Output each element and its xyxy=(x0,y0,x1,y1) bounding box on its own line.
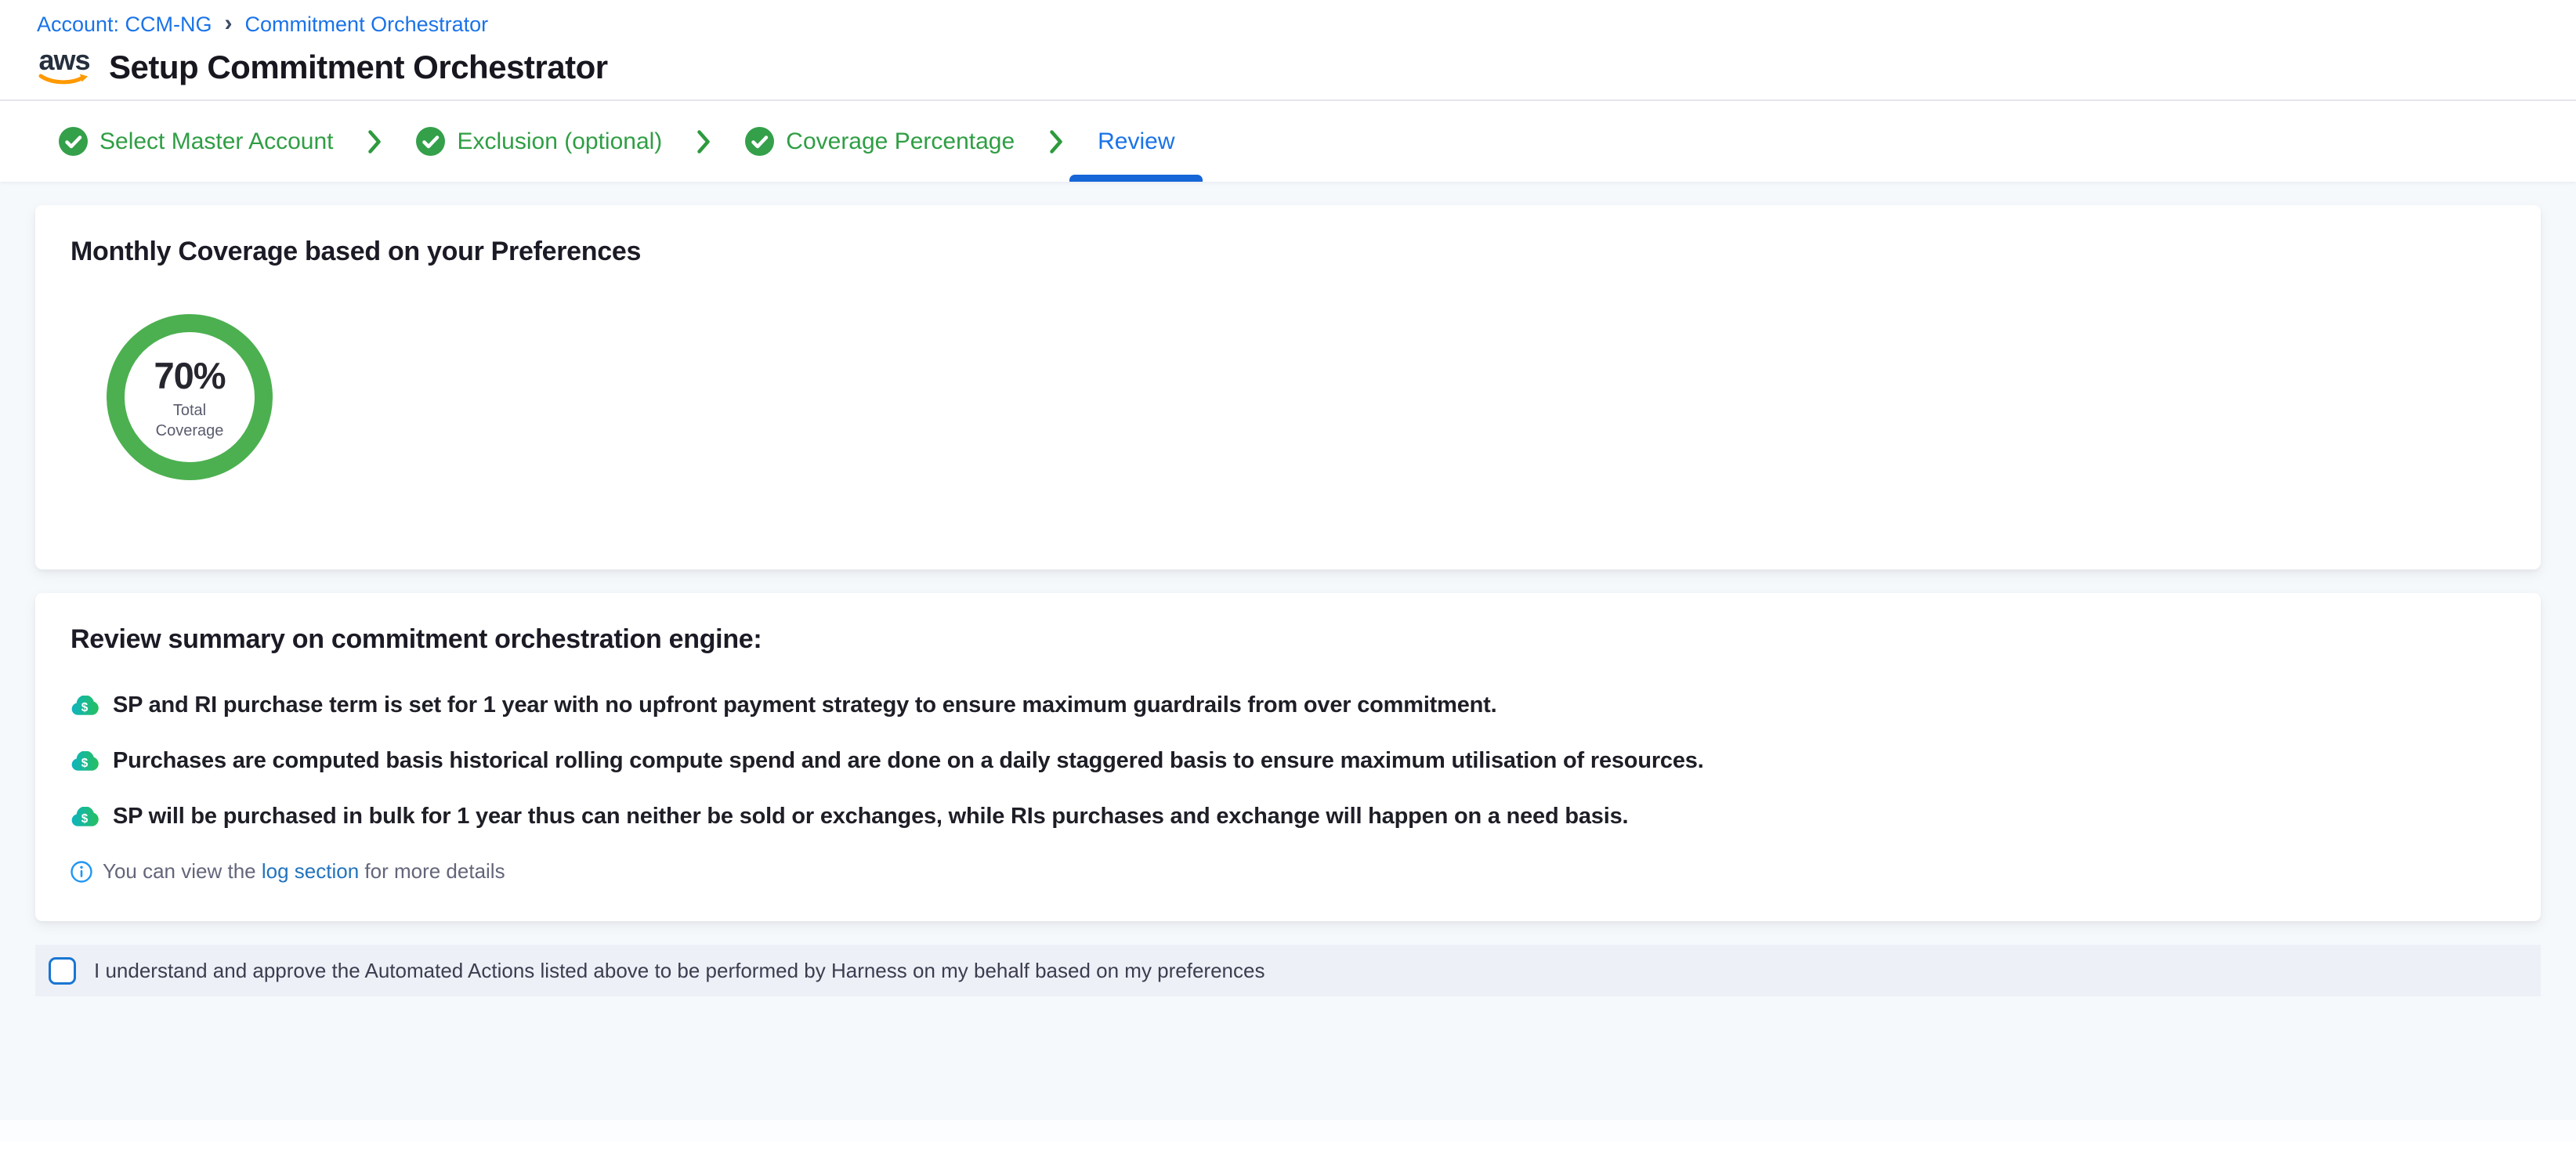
info-circle-icon xyxy=(71,861,92,883)
coverage-card: Monthly Coverage based on your Preferenc… xyxy=(35,205,2541,569)
breadcrumb-separator-icon: › xyxy=(225,12,233,35)
bullet-text: SP will be purchased in bulk for 1 year … xyxy=(113,804,1628,830)
log-info-text: You can view the log section for more de… xyxy=(103,859,505,884)
cloud-dollar-icon: $ xyxy=(71,751,99,772)
summary-bullet-list: $ SP and RI purchase term is set for 1 y… xyxy=(71,692,2505,830)
wizard-stepper: Select Master Account Exclusion (optiona… xyxy=(0,99,2576,182)
chevron-right-icon xyxy=(696,129,711,154)
summary-bullet: $ SP will be purchased in bulk for 1 yea… xyxy=(71,804,2505,830)
chevron-right-icon xyxy=(1049,129,1063,154)
content-area: Monthly Coverage based on your Preferenc… xyxy=(0,182,2576,1142)
chevron-right-icon xyxy=(367,129,382,154)
donut-sub-label: Total Coverage xyxy=(156,400,224,441)
info-prefix: You can view the xyxy=(103,859,262,883)
step-label: Select Master Account xyxy=(99,128,333,155)
bullet-text: SP and RI purchase term is set for 1 yea… xyxy=(113,692,1496,718)
svg-text:$: $ xyxy=(81,812,89,826)
aws-logo-icon: aws xyxy=(37,48,92,87)
check-circle-icon xyxy=(416,127,445,156)
cloud-dollar-icon: $ xyxy=(71,696,99,716)
bullet-text: Purchases are computed basis historical … xyxy=(113,748,1704,774)
review-summary-card: Review summary on commitment orchestrati… xyxy=(35,593,2541,921)
summary-bullet: $ Purchases are computed basis historica… xyxy=(71,748,2505,774)
page-header: Account: CCM-NG › Commitment Orchestrato… xyxy=(0,0,2576,99)
breadcrumb-page-link[interactable]: Commitment Orchestrator xyxy=(245,13,489,37)
step-exclusion-optional[interactable]: Exclusion (optional) xyxy=(416,101,662,182)
info-suffix: for more details xyxy=(359,859,505,883)
check-circle-icon xyxy=(59,127,88,156)
aws-smile-icon xyxy=(38,73,90,87)
coverage-donut-chart: 70% Total Coverage xyxy=(107,314,273,480)
check-circle-icon xyxy=(745,127,774,156)
step-label: Exclusion (optional) xyxy=(457,128,662,155)
log-section-link[interactable]: log section xyxy=(262,859,359,883)
approval-strip: I understand and approve the Automated A… xyxy=(35,945,2541,996)
approval-label[interactable]: I understand and approve the Automated A… xyxy=(94,959,1264,983)
step-select-master-account[interactable]: Select Master Account xyxy=(59,101,333,182)
svg-text:$: $ xyxy=(81,701,89,714)
step-label: Review xyxy=(1098,128,1174,155)
svg-text:$: $ xyxy=(81,757,89,770)
step-label: Coverage Percentage xyxy=(786,128,1015,155)
approval-checkbox[interactable] xyxy=(49,957,76,985)
cloud-dollar-icon: $ xyxy=(71,807,99,827)
aws-logo-text: aws xyxy=(38,48,89,73)
coverage-card-title: Monthly Coverage based on your Preferenc… xyxy=(71,237,2505,267)
breadcrumb: Account: CCM-NG › Commitment Orchestrato… xyxy=(37,13,2576,37)
active-tab-underline xyxy=(1069,175,1203,182)
donut-value: 70% xyxy=(154,354,225,397)
breadcrumb-account-link[interactable]: Account: CCM-NG xyxy=(37,13,212,37)
summary-bullet: $ SP and RI purchase term is set for 1 y… xyxy=(71,692,2505,718)
bottom-strip xyxy=(0,1120,2576,1142)
log-info-row: You can view the log section for more de… xyxy=(71,859,2505,884)
summary-card-title: Review summary on commitment orchestrati… xyxy=(71,624,2505,655)
page-title: Setup Commitment Orchestrator xyxy=(109,49,608,86)
step-review[interactable]: Review xyxy=(1098,101,1174,182)
step-coverage-percentage[interactable]: Coverage Percentage xyxy=(745,101,1015,182)
